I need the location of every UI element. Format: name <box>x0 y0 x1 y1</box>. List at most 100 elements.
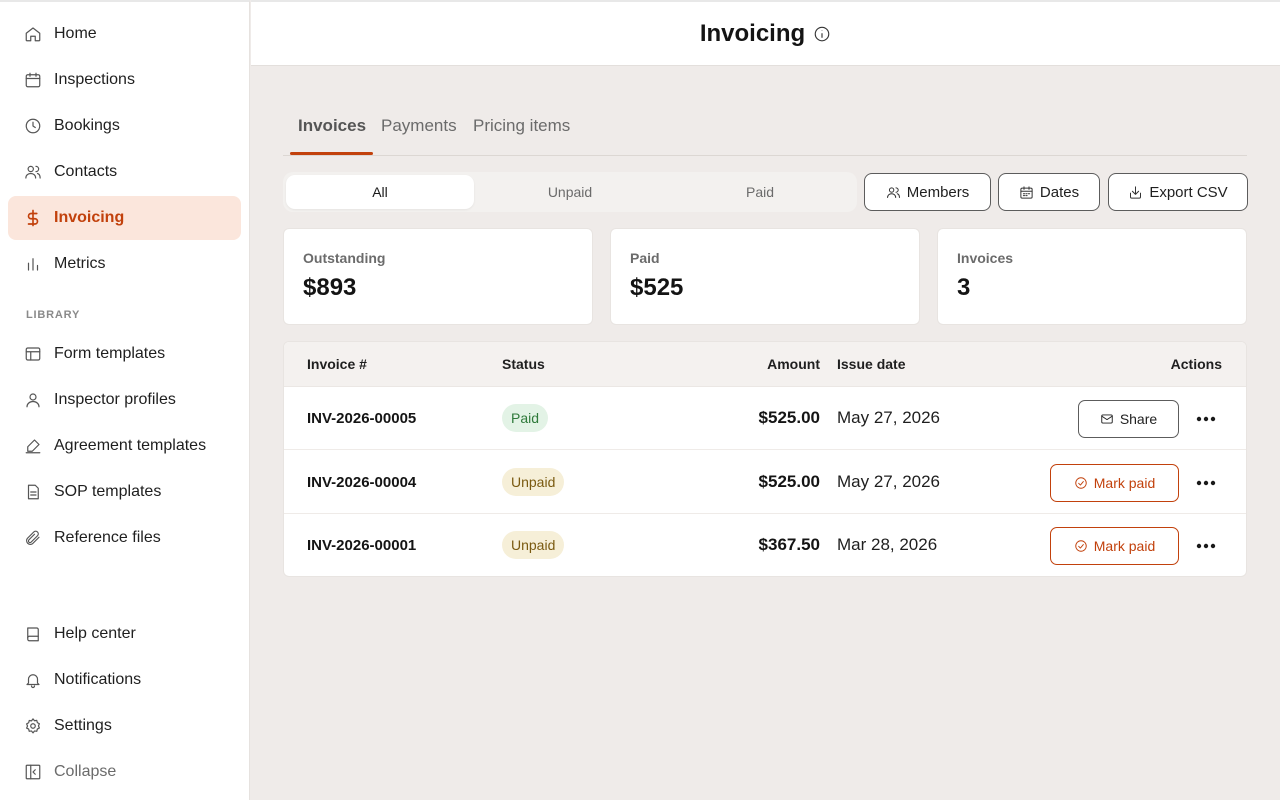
paperclip-icon <box>24 529 42 547</box>
column-header-invoice[interactable]: Invoice # <box>307 356 367 372</box>
home-icon <box>24 25 42 43</box>
status-filter: All Unpaid Paid <box>283 172 857 212</box>
sidebar-item-label: Invoicing <box>54 209 125 226</box>
sidebar-collapse-icon <box>24 763 42 781</box>
column-header-amount[interactable]: Amount <box>767 356 820 372</box>
sidebar-item-bookings[interactable]: Bookings <box>8 104 241 148</box>
tab-invoices[interactable]: Invoices <box>298 116 366 136</box>
tab-bar: Invoices Payments Pricing items <box>283 100 1247 156</box>
mail-icon <box>1100 412 1114 426</box>
table-row[interactable]: INV-2026-00005 Paid $525.00 May 27, 2026… <box>284 387 1246 450</box>
more-actions-button[interactable] <box>1194 471 1218 495</box>
sidebar-item-label: Metrics <box>54 255 106 272</box>
bell-icon <box>24 671 42 689</box>
column-header-status[interactable]: Status <box>502 356 545 372</box>
sidebar-item-sop-templates[interactable]: SOP templates <box>8 470 241 514</box>
sidebar-item-label: Settings <box>54 717 112 734</box>
invoice-amount: $367.50 <box>758 535 820 554</box>
stat-value: $525 <box>630 274 684 301</box>
calendar-icon <box>24 71 42 89</box>
stat-card-paid: Paid $525 <box>610 228 920 325</box>
invoices-table: Invoice # Status Amount Issue date Actio… <box>283 341 1247 577</box>
sidebar-item-settings[interactable]: Settings <box>8 704 241 748</box>
sidebar-collapse-button[interactable]: Collapse <box>8 750 241 794</box>
stat-card-outstanding: Outstanding $893 <box>283 228 593 325</box>
sidebar-item-label: Home <box>54 25 97 42</box>
stat-label: Paid <box>630 250 660 266</box>
invoice-amount: $525.00 <box>758 408 820 427</box>
share-button[interactable]: Share <box>1078 400 1179 438</box>
active-tab-indicator <box>290 152 373 155</box>
invoice-number[interactable]: INV-2026-00001 <box>307 537 416 554</box>
bar-chart-icon <box>24 255 42 273</box>
issue-date: May 27, 2026 <box>837 472 941 491</box>
sidebar-item-label: Contacts <box>54 163 118 180</box>
column-header-issue-date[interactable]: Issue date <box>837 356 905 372</box>
users-icon <box>24 163 42 181</box>
table-row[interactable]: INV-2026-00001 Unpaid $367.50 Mar 28, 20… <box>284 514 1246 576</box>
sidebar-item-agreement-templates[interactable]: Agreement templates <box>8 424 241 468</box>
sidebar-item-reference-files[interactable]: Reference files <box>8 516 241 560</box>
filter-unpaid[interactable]: Unpaid <box>476 175 664 209</box>
members-button[interactable]: Members <box>864 173 991 211</box>
sidebar-item-inspector-profiles[interactable]: Inspector profiles <box>8 378 241 422</box>
invoice-number[interactable]: INV-2026-00004 <box>307 474 416 491</box>
stat-card-invoices: Invoices 3 <box>937 228 1247 325</box>
users-icon <box>886 185 901 200</box>
more-icon <box>1196 416 1216 422</box>
stat-label: Outstanding <box>303 250 386 266</box>
library-section-label: LIBRARY <box>26 309 81 321</box>
signature-icon <box>24 437 42 455</box>
sidebar-item-form-templates[interactable]: Form templates <box>8 332 241 376</box>
sidebar-item-label: Bookings <box>54 117 120 134</box>
column-header-actions: Actions <box>1170 356 1222 372</box>
info-icon[interactable] <box>813 25 831 43</box>
clock-icon <box>24 117 42 135</box>
sidebar-item-metrics[interactable]: Metrics <box>8 242 241 286</box>
stat-value: 3 <box>957 274 971 301</box>
more-actions-button[interactable] <box>1194 407 1218 431</box>
stat-label: Invoices <box>957 250 1014 266</box>
layout-icon <box>24 345 42 363</box>
invoice-number[interactable]: INV-2026-00005 <box>307 410 416 427</box>
invoice-amount: $525.00 <box>758 472 820 491</box>
more-icon <box>1196 543 1216 549</box>
more-actions-button[interactable] <box>1194 534 1218 558</box>
sidebar-item-label: Inspections <box>54 71 135 88</box>
sidebar-item-home[interactable]: Home <box>8 12 241 56</box>
mark-paid-button[interactable]: Mark paid <box>1050 527 1179 565</box>
status-badge: Unpaid <box>502 468 565 496</box>
filter-all[interactable]: All <box>286 175 474 209</box>
stat-value: $893 <box>303 274 357 301</box>
sidebar-item-label: Reference files <box>54 529 161 546</box>
sidebar-item-notifications[interactable]: Notifications <box>8 658 241 702</box>
filter-paid[interactable]: Paid <box>666 175 854 209</box>
check-circle-icon <box>1074 539 1088 553</box>
page-header: Invoicing <box>251 0 1280 66</box>
dates-button[interactable]: Dates <box>998 173 1100 211</box>
sidebar-item-label: Collapse <box>54 763 117 780</box>
sidebar-item-label: Help center <box>54 625 136 642</box>
export-csv-button[interactable]: Export CSV <box>1108 173 1248 211</box>
sidebar-item-label: Inspector profiles <box>54 391 176 408</box>
table-row[interactable]: INV-2026-00004 Unpaid $525.00 May 27, 20… <box>284 451 1246 514</box>
sidebar: Home Inspections Bookings Contacts Invoi… <box>0 0 250 800</box>
table-header: Invoice # Status Amount Issue date Actio… <box>284 342 1246 387</box>
download-icon <box>1128 185 1143 200</box>
sidebar-item-label: SOP templates <box>54 483 162 500</box>
issue-date: Mar 28, 2026 <box>837 535 938 554</box>
page-title: Invoicing <box>699 19 806 47</box>
tab-pricing-items[interactable]: Pricing items <box>473 116 570 136</box>
sidebar-item-help-center[interactable]: Help center <box>8 612 241 656</box>
tab-payments[interactable]: Payments <box>381 116 457 136</box>
check-circle-icon <box>1074 476 1088 490</box>
status-badge: Unpaid <box>502 531 565 559</box>
mark-paid-button[interactable]: Mark paid <box>1050 464 1179 502</box>
gear-icon <box>24 717 42 735</box>
sidebar-item-contacts[interactable]: Contacts <box>8 150 241 194</box>
more-icon <box>1196 480 1216 486</box>
document-icon <box>24 483 42 501</box>
sidebar-item-inspections[interactable]: Inspections <box>8 58 241 102</box>
sidebar-item-invoicing[interactable]: Invoicing <box>8 196 241 240</box>
user-icon <box>24 391 42 409</box>
